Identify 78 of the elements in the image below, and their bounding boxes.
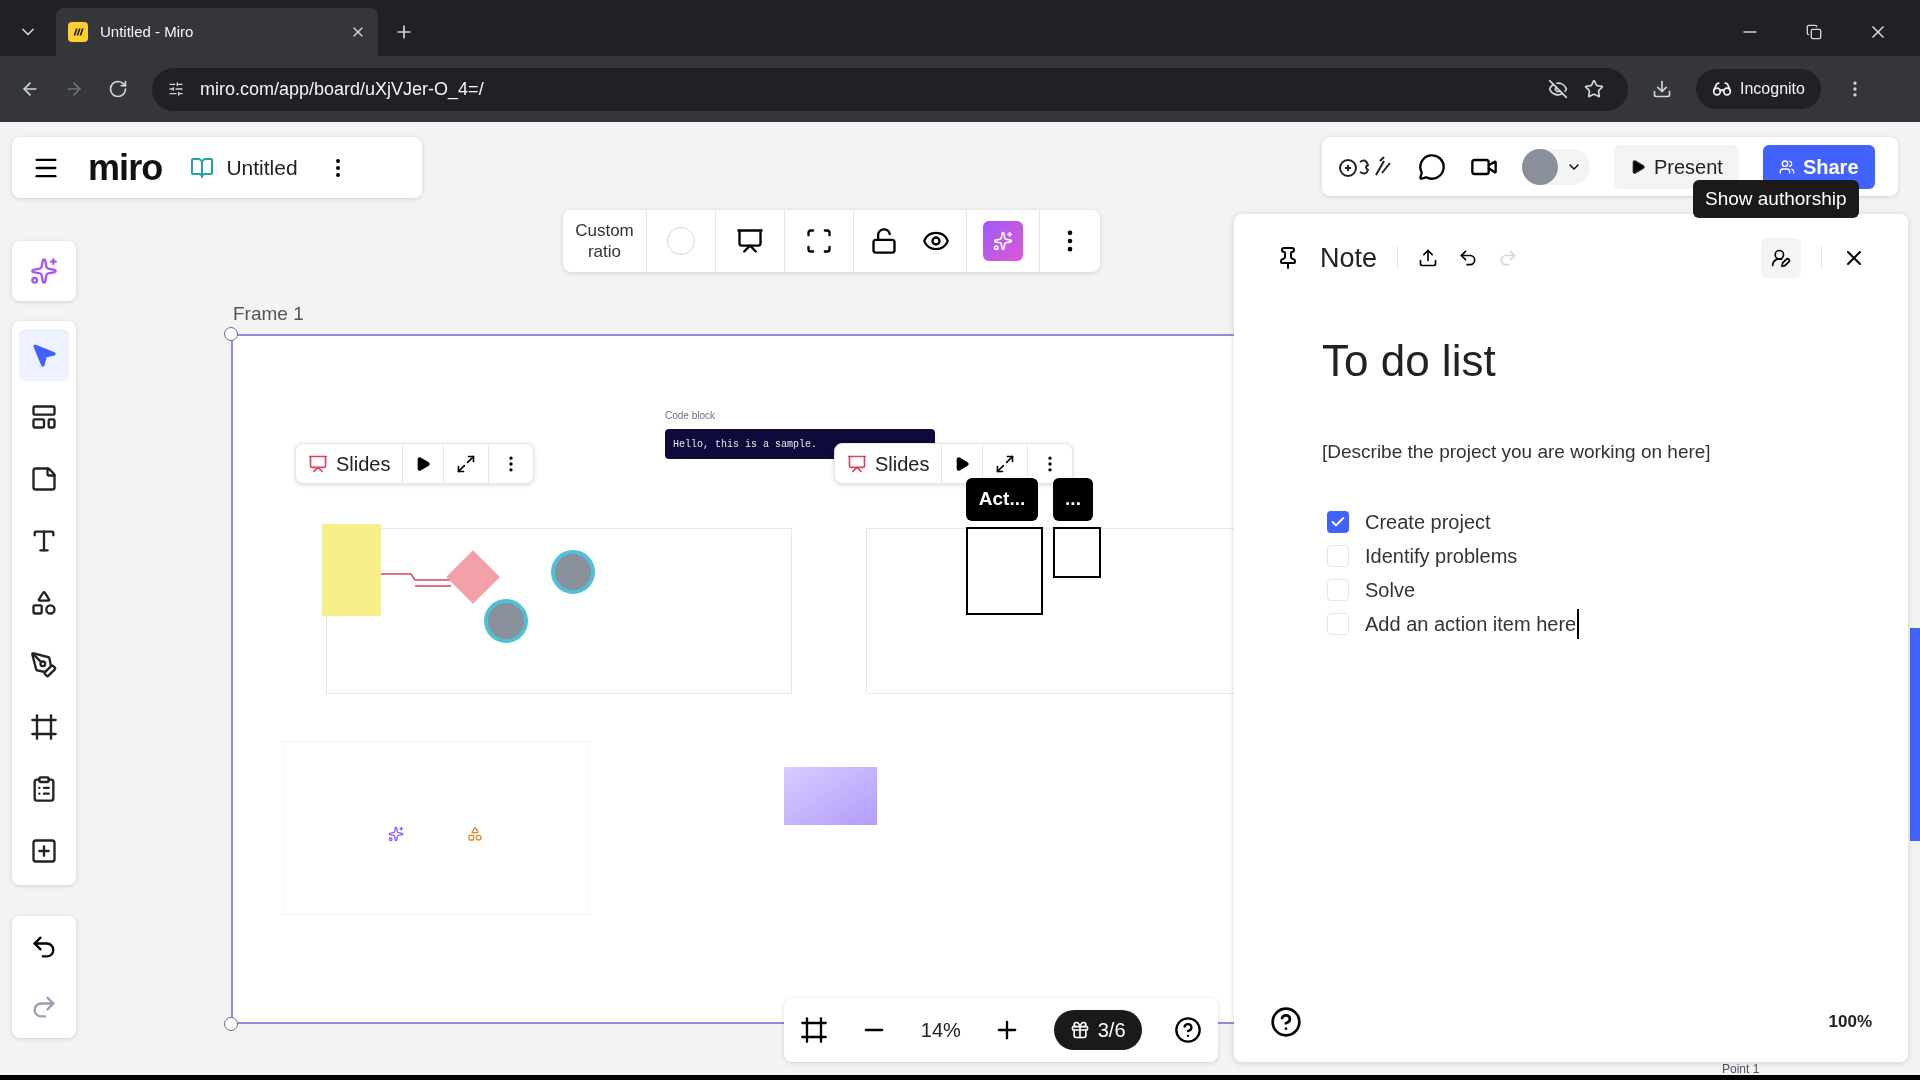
tab-title: Untitled - Miro — [100, 21, 195, 42]
frame-icon[interactable] — [805, 227, 833, 255]
frame-icon[interactable] — [800, 1016, 828, 1044]
page-counter[interactable]: 3/6 — [1053, 1010, 1142, 1050]
tooltip: Show authorship — [1693, 180, 1859, 218]
authorship-button[interactable] — [1761, 238, 1801, 278]
presentation-icon — [308, 453, 328, 474]
ai-button[interactable] — [983, 221, 1023, 261]
sparkle-icon — [388, 826, 404, 842]
miro-logo: miro — [88, 145, 163, 190]
avatar — [1522, 148, 1558, 185]
miro-logo-icon — [68, 22, 88, 42]
play-icon[interactable] — [954, 455, 971, 472]
slides-icon[interactable] — [736, 227, 764, 255]
panel-title: Note — [1320, 241, 1378, 275]
chat-icon[interactable] — [1418, 152, 1446, 181]
book-icon — [190, 155, 215, 180]
restore-icon[interactable] — [1806, 24, 1822, 40]
play-icon[interactable] — [415, 455, 432, 472]
incognito-button[interactable]: Incognito — [1696, 69, 1821, 109]
frame-label: Frame 1 — [233, 302, 304, 326]
checkbox[interactable] — [1327, 578, 1349, 601]
url-text: miro.com/app/board/uXjVJer-O_4=/ — [200, 77, 485, 102]
eye-off-icon[interactable] — [1548, 79, 1568, 99]
expand-icon[interactable] — [995, 453, 1016, 474]
checkbox[interactable] — [1327, 510, 1349, 533]
template-icon — [30, 403, 58, 431]
point-text: Point 1 — [1722, 1061, 1760, 1078]
play-icon — [1630, 158, 1646, 175]
task-text: Add an action item here — [1365, 608, 1580, 639]
checkbox[interactable] — [1327, 612, 1349, 635]
dark-card: Act... — [966, 478, 1038, 521]
avatar-dropdown[interactable] — [1522, 148, 1590, 185]
present-button[interactable]: Present — [1614, 144, 1739, 189]
address-bar[interactable]: miro.com/app/board/uXjVJer-O_4=/ — [152, 67, 1628, 111]
code-text: Hello, this is a sample. — [673, 437, 818, 452]
sticky-note-icon — [30, 465, 58, 493]
zoom-level[interactable]: 14% — [920, 1015, 961, 1045]
task-text: Identify problems — [1365, 543, 1518, 569]
color-swatch[interactable] — [667, 227, 695, 255]
task-text: Create project — [1365, 509, 1491, 535]
presentation-icon — [847, 453, 867, 474]
checkbox[interactable] — [1327, 544, 1349, 567]
unlock-icon[interactable] — [870, 227, 898, 255]
sparkle-icon — [993, 231, 1013, 251]
download-icon[interactable] — [1652, 79, 1672, 99]
pen-icon — [30, 651, 58, 679]
site-settings-icon[interactable] — [168, 81, 184, 97]
dark-card: ... — [1053, 478, 1093, 521]
help-icon[interactable] — [1173, 1016, 1202, 1044]
note-heading: To do list — [1322, 335, 1497, 387]
incognito-icon — [1712, 79, 1732, 99]
code-block-label: Code block — [665, 409, 716, 423]
browser-tab[interactable]: Untitled - Miro — [56, 8, 378, 56]
shapes-icon — [30, 589, 58, 617]
plus-square-icon — [30, 837, 58, 865]
upload-icon[interactable] — [1418, 248, 1439, 268]
ai-assist-button[interactable] — [12, 241, 76, 301]
resize-handle[interactable] — [224, 1017, 238, 1031]
frame-icon — [30, 713, 58, 741]
empty-box — [1053, 527, 1101, 578]
task-text: Solve — [1365, 577, 1416, 603]
board-name[interactable]: Untitled — [226, 151, 298, 184]
help-icon[interactable] — [1270, 1006, 1302, 1038]
note-description: [Describe the project you are working on here] — [1322, 440, 1712, 464]
authorship-icon — [1771, 248, 1791, 268]
star-icon[interactable] — [1584, 79, 1604, 99]
reload-icon[interactable] — [108, 79, 128, 99]
sparkle-icon — [30, 257, 58, 285]
shapes-icon — [467, 826, 483, 842]
slides-button[interactable]: Slides — [296, 444, 404, 483]
slides-button[interactable]: Slides — [835, 444, 943, 483]
users-icon — [1778, 158, 1795, 175]
expand-icon[interactable] — [456, 453, 477, 474]
gift-icon — [1069, 1020, 1090, 1040]
resize-handle[interactable] — [224, 327, 238, 341]
note-zoom[interactable]: 100% — [1828, 1009, 1872, 1035]
ratio-button[interactable]: Custom ratio — [563, 210, 647, 272]
